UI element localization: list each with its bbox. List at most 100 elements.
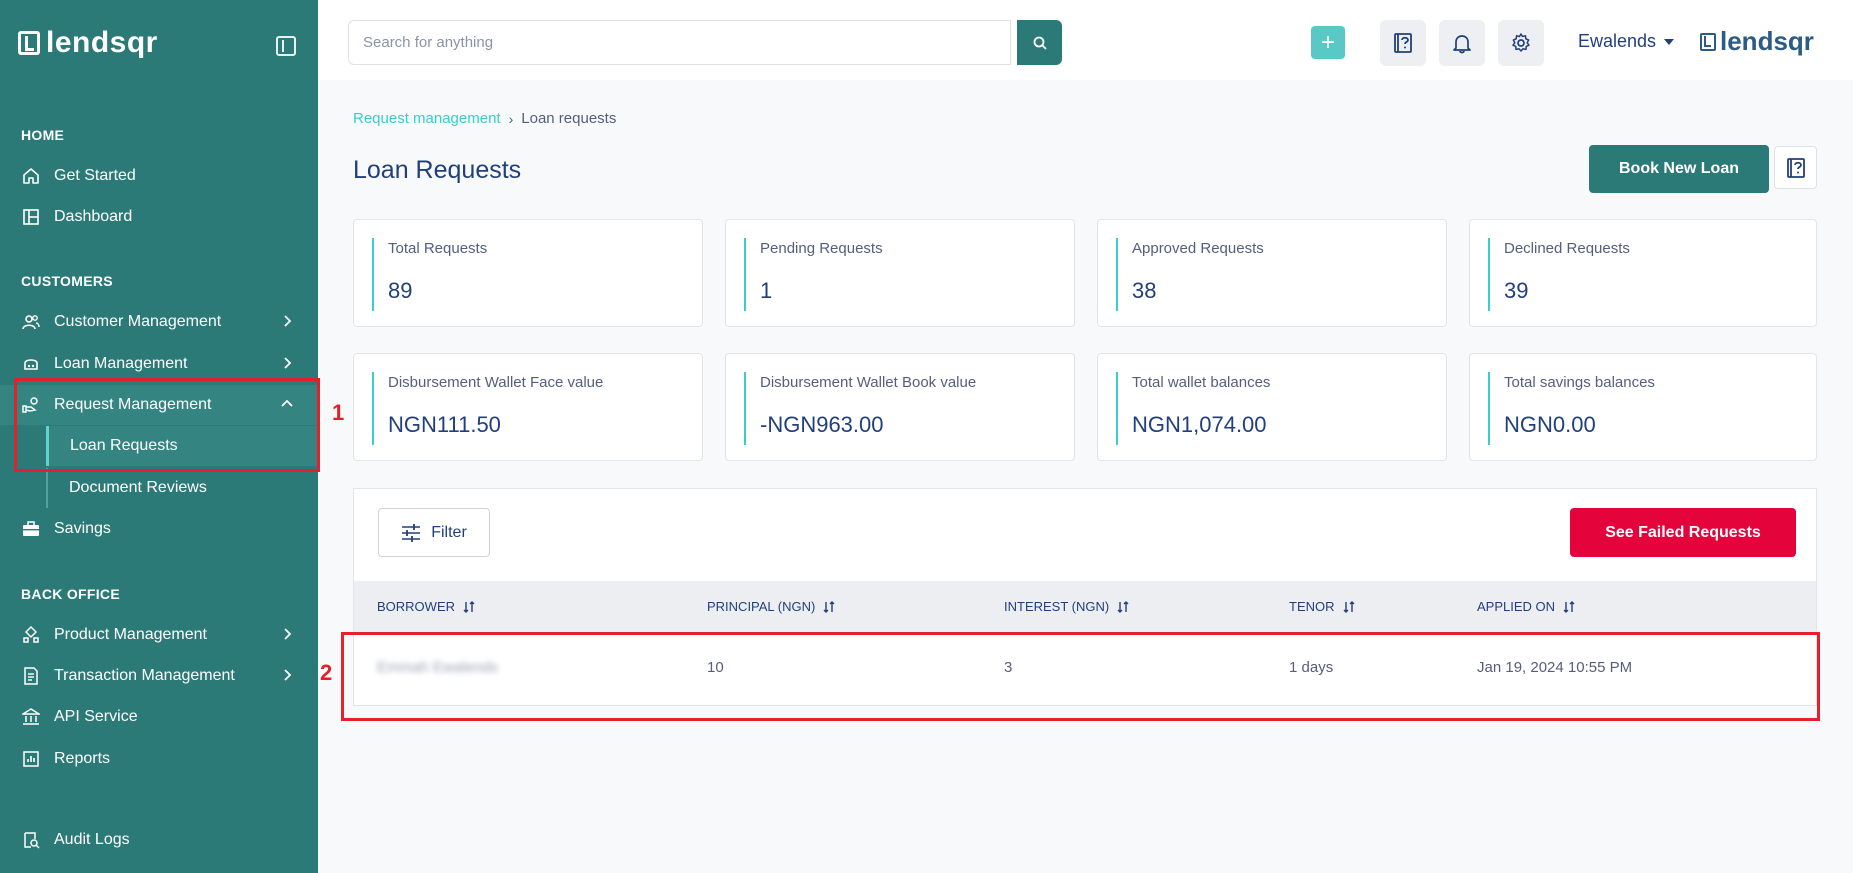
sidebar-item-label: Get Started <box>54 167 136 184</box>
user-menu[interactable]: Ewalends <box>1578 31 1675 52</box>
table-header: BORROWER PRINCIPAL (NGN) INTEREST (NGN) … <box>354 581 1816 633</box>
page-title: Loan Requests <box>353 156 522 184</box>
column-header-applied-on[interactable]: APPLIED ON <box>1477 599 1575 614</box>
loan-icon <box>22 355 40 373</box>
search-icon <box>1033 36 1047 50</box>
sidebar-subitem-document-reviews[interactable]: Document Reviews <box>46 468 318 508</box>
book-new-loan-button[interactable]: Book New Loan <box>1589 145 1769 193</box>
column-header-borrower[interactable]: BORROWER <box>377 599 475 614</box>
user-name: Ewalends <box>1578 31 1657 51</box>
column-header-principal[interactable]: PRINCIPAL (NGN) <box>707 599 835 614</box>
logo-text: lendsqr <box>46 26 158 59</box>
sort-icon <box>1117 600 1129 613</box>
sidebar-item-label: Transaction Management <box>54 667 235 684</box>
bank-icon <box>22 708 40 726</box>
sidebar-item-customer-management[interactable]: Customer Management <box>0 302 318 342</box>
stat-value: 89 <box>388 278 413 303</box>
chevron-right-icon <box>284 357 292 369</box>
card-accent-bar <box>1116 372 1118 445</box>
card-accent-bar <box>1488 238 1490 311</box>
stat-card-approved-requests: Approved Requests 38 <box>1097 219 1447 327</box>
sliders-icon <box>402 523 421 542</box>
breadcrumb-parent[interactable]: Request management <box>353 110 501 127</box>
sidebar-item-label: Dashboard <box>54 208 133 225</box>
gear-icon <box>1512 33 1530 52</box>
sidebar-item-savings[interactable]: Savings <box>0 509 318 549</box>
column-header-tenor[interactable]: TENOR <box>1289 599 1355 614</box>
dashboard-icon <box>22 208 40 226</box>
section-title-home: HOME <box>21 127 65 143</box>
settings-button[interactable] <box>1498 20 1544 66</box>
annotation-number-2: 2 <box>320 660 333 685</box>
topbar: + Ewalends lendsqr <box>318 0 1853 80</box>
sidebar-item-label: Reports <box>54 750 111 767</box>
add-button[interactable]: + <box>1311 26 1345 59</box>
card-accent-bar <box>744 372 746 445</box>
stat-label: Approved Requests <box>1132 240 1264 257</box>
collapse-sidebar-icon[interactable] <box>276 36 296 56</box>
stat-value: NGN111.50 <box>388 412 501 437</box>
caret-down-icon <box>1664 38 1675 45</box>
page-help-button[interactable] <box>1774 146 1817 189</box>
stat-card-pending-requests: Pending Requests 1 <box>725 219 1075 327</box>
stat-label: Disbursement Wallet Book value <box>760 374 977 391</box>
help-book-icon <box>1786 157 1805 178</box>
breadcrumb: Request management › Loan requests <box>353 110 616 127</box>
audit-icon <box>22 831 40 849</box>
filter-button[interactable]: Filter <box>378 508 490 557</box>
reports-icon <box>22 750 40 768</box>
sidebar-item-product-management[interactable]: Product Management <box>0 615 318 655</box>
chevron-right-icon <box>284 669 292 681</box>
sidebar-item-audit-logs[interactable]: Audit Logs <box>0 820 318 860</box>
card-accent-bar <box>372 238 374 311</box>
stat-label: Pending Requests <box>760 240 883 257</box>
search-button[interactable] <box>1017 20 1062 65</box>
sidebar-logo[interactable]: lendsqr <box>18 26 158 60</box>
sidebar-item-label: Product Management <box>54 626 207 643</box>
column-label: INTEREST (NGN) <box>1004 599 1110 614</box>
stat-label: Total wallet balances <box>1132 374 1271 391</box>
chevron-right-icon <box>284 315 292 327</box>
stat-card-wallet-balances: Total wallet balances NGN1,074.00 <box>1097 353 1447 461</box>
sort-icon <box>463 600 475 613</box>
product-icon <box>22 626 40 644</box>
card-accent-bar <box>372 372 374 445</box>
stat-card-face-value: Disbursement Wallet Face value NGN111.50 <box>353 353 703 461</box>
help-book-button[interactable] <box>1380 20 1426 66</box>
stat-value: 39 <box>1504 278 1529 303</box>
sort-icon <box>1563 600 1575 613</box>
stat-card-declined-requests: Declined Requests 39 <box>1469 219 1817 327</box>
stat-value: 38 <box>1132 278 1157 303</box>
annotation-box-1 <box>14 378 320 472</box>
stat-value: 1 <box>760 278 773 303</box>
stat-label: Disbursement Wallet Face value <box>388 374 604 391</box>
column-header-interest[interactable]: INTEREST (NGN) <box>1004 599 1129 614</box>
stat-card-total-requests: Total Requests 89 <box>353 219 703 327</box>
annotation-number-1: 1 <box>332 400 345 425</box>
sidebar-item-label: Audit Logs <box>54 831 130 848</box>
column-label: BORROWER <box>377 599 455 614</box>
column-label: APPLIED ON <box>1477 599 1556 614</box>
column-label: PRINCIPAL (NGN) <box>707 599 816 614</box>
stat-card-savings-balances: Total savings balances NGN0.00 <box>1469 353 1817 461</box>
sidebar-item-label: Customer Management <box>54 313 222 330</box>
see-failed-requests-button[interactable]: See Failed Requests <box>1570 508 1796 557</box>
search-input[interactable] <box>348 20 1011 65</box>
stat-value: -NGN963.00 <box>760 412 884 437</box>
sidebar-item-transaction-management[interactable]: Transaction Management <box>0 656 318 696</box>
breadcrumb-current: Loan requests <box>521 110 617 127</box>
filter-label: Filter <box>431 523 467 541</box>
column-label: TENOR <box>1289 599 1335 614</box>
sort-icon <box>1343 600 1354 613</box>
sidebar-item-dashboard[interactable]: Dashboard <box>0 197 318 237</box>
stat-label: Total Requests <box>388 240 488 257</box>
notifications-button[interactable] <box>1439 20 1485 66</box>
brand-logo-text: lendsqr <box>1720 26 1814 56</box>
users-icon <box>22 313 40 331</box>
stat-label: Total savings balances <box>1504 374 1655 391</box>
sidebar-item-api-service[interactable]: API Service <box>0 697 318 737</box>
sidebar-item-reports[interactable]: Reports <box>0 739 318 779</box>
stat-value: NGN0.00 <box>1504 412 1596 437</box>
sidebar-item-get-started[interactable]: Get Started <box>0 156 318 196</box>
sidebar-item-label: Document Reviews <box>69 479 207 496</box>
